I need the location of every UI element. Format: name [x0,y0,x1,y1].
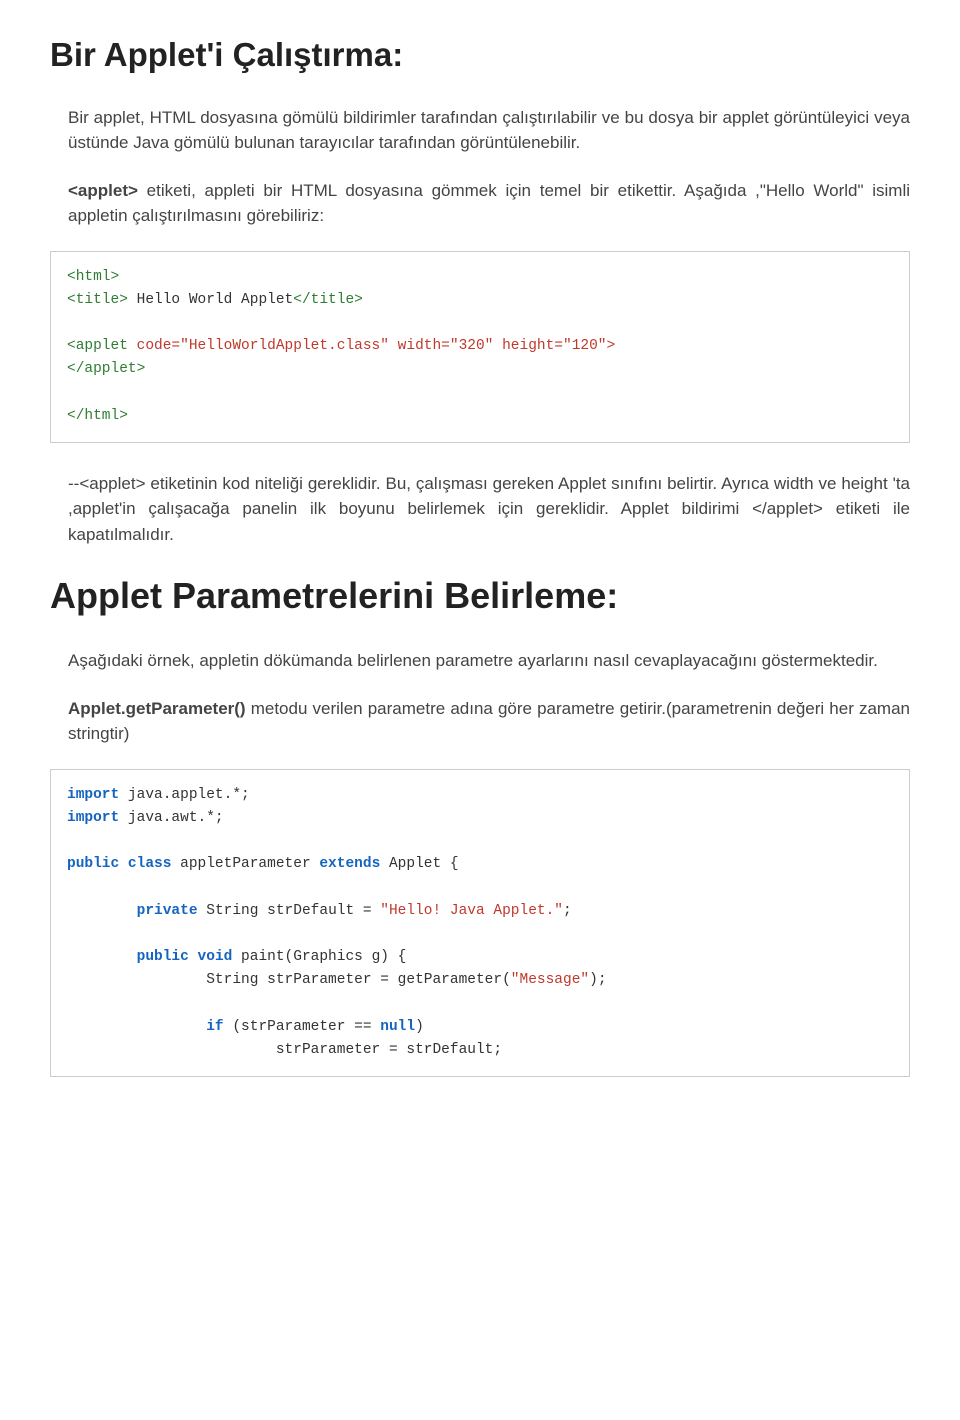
para-run-applet-2: <applet> etiketi, appleti bir HTML dosya… [50,178,910,229]
code-line: <html> [67,269,119,285]
para-params-1: Aşağıdaki örnek, appletin dökümanda beli… [50,648,910,674]
code-attr: width="320" [389,338,493,354]
kw-private: private [137,903,198,919]
code-text: paint(Graphics g) { [232,949,406,965]
kw-public-class: public class [67,856,171,872]
code-text: ) [415,1019,424,1035]
code-attr: code="HelloWorldApplet.class" [128,338,389,354]
string-literal: "Message" [511,972,589,988]
para-run-applet-3: --<applet> etiketinin kod niteliği gerek… [50,471,910,548]
code-line: <applet [67,338,128,354]
method-name: Applet.getParameter() [68,699,246,718]
code-text: Applet { [380,856,458,872]
code-block-java-applet-param: import java.applet.*; import java.awt.*;… [50,769,910,1077]
code-line: </html> [67,408,128,424]
code-attr: height="120"> [493,338,615,354]
heading-run-applet: Bir Applet'i Çalıştırma: [50,30,910,80]
para-run-applet-1: Bir applet, HTML dosyasına gömülü bildir… [50,105,910,156]
kw-import: import [67,787,119,803]
code-line: </applet> [67,361,145,377]
kw-if: if [206,1019,223,1035]
code-block-html-applet: <html> <title> Hello World Applet</title… [50,251,910,443]
string-literal: "Hello! Java Applet." [380,903,563,919]
code-text: (strParameter == [224,1019,381,1035]
kw-import: import [67,810,119,826]
code-text: java.applet.*; [119,787,250,803]
code-text: strParameter = strDefault; [276,1042,502,1058]
applet-tag-literal: <applet> [68,181,138,200]
code-text: ; [563,903,572,919]
code-text: appletParameter [171,856,319,872]
kw-public-void: public void [137,949,233,965]
kw-null: null [380,1019,415,1035]
kw-extends: extends [319,856,380,872]
code-text: java.awt.*; [119,810,223,826]
code-line: </title> [293,292,363,308]
code-text: ); [589,972,606,988]
code-text: String strParameter = getParameter( [206,972,511,988]
code-line: <title> [67,292,128,308]
heading-applet-params: Applet Parametrelerini Belirleme: [50,569,910,623]
para2-text: etiketi, appleti bir HTML dosyasına gömm… [68,181,910,226]
para-params-2: Applet.getParameter() metodu verilen par… [50,696,910,747]
code-text: Hello World Applet [128,292,293,308]
code-text: String strDefault = [198,903,381,919]
